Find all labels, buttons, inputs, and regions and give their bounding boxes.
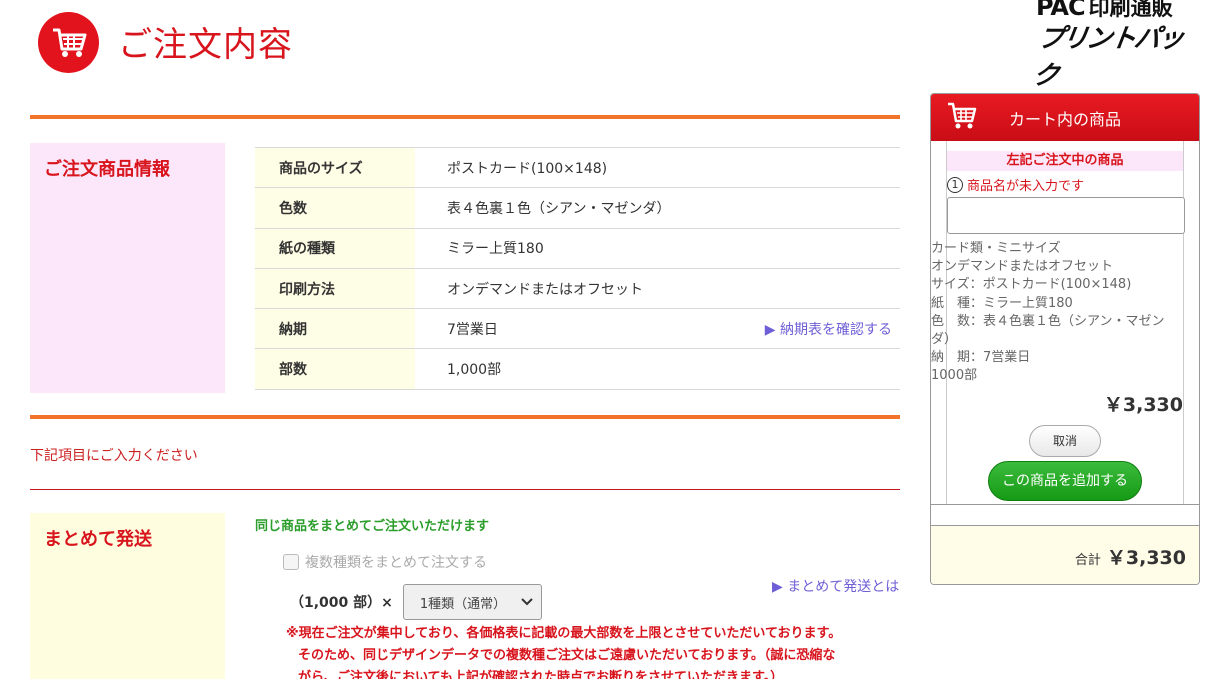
section-divider (30, 415, 900, 419)
row-value-delivery: 7営業日 (447, 321, 498, 338)
add-item-button[interactable]: この商品を追加する (988, 460, 1142, 501)
bundle-quantity-label: （1,000 部）× (290, 595, 393, 611)
row-value-print-method: オンデマンドまたはオフセット (415, 267, 900, 309)
table-row: 納期 7営業日 ▶ 納期表を確認する (255, 308, 900, 349)
table-row: 部数 1,000部 (255, 348, 900, 390)
bundle-warning-line: ※現在ご注文が集中しており、各価格表に記載の最大部数を上限とさせていただいており… (286, 626, 842, 641)
bundle-section-label: まとめて発送 (30, 513, 225, 679)
order-info-table: 商品のサイズ ポストカード(100×148) 色数 表４色裏１色（シアン・マゼン… (255, 146, 900, 390)
cart-item-name-status: 商品名が未入力です (967, 179, 1085, 194)
cart-total-label: 合計 (1074, 552, 1101, 568)
cart-subtitle: 左記ご注文中の商品 (947, 151, 1183, 171)
cart-total: 合計 ￥3,330 (931, 526, 1199, 584)
bundle-type-select[interactable]: 1種類（通常） (402, 584, 542, 620)
section-divider (30, 489, 900, 490)
cart-detail-line: 納 期：7営業日 (931, 350, 1031, 366)
item-name-input[interactable] (947, 197, 1185, 234)
row-label-size: 商品のサイズ (255, 146, 415, 188)
cart-detail-line: サイズ：ポストカード(100×148) (931, 277, 1132, 293)
cart-item-number: 1 (947, 176, 963, 193)
bundle-description: 同じ商品をまとめてご注文いただけます (255, 519, 490, 534)
bundle-quantity-row: （1,000 部）× 1種類（通常） (290, 584, 542, 620)
cart-divider (931, 504, 1199, 505)
cancel-button[interactable]: 取消 (1029, 424, 1101, 457)
cart-item-details: カード類・ミニサイズ オンデマンドまたはオフセット サイズ：ポストカード(100… (931, 240, 1171, 386)
bundle-warning-line: がら、ご注文後においても上記が確認された時点でお断りをさせていただきます。） (298, 670, 784, 679)
cart-small-icon (947, 102, 977, 134)
cart-header: カート内の商品 (931, 94, 1199, 141)
cart-item-price: ￥3,330 (1103, 393, 1183, 416)
bundle-checkbox[interactable] (283, 554, 299, 570)
bundle-checkbox-row[interactable]: 複数種類をまとめて注文する (283, 552, 487, 572)
row-label-paper: 紙の種類 (255, 227, 415, 269)
row-value-colors: 表４色裏１色（シアン・マゼンダ） (415, 187, 900, 229)
page-title: ご注文内容 (118, 25, 293, 65)
row-value-quantity: 1,000部 (415, 348, 900, 390)
bundle-warning-line: そのため、同じデザインデータでの複数種ご注文はご遠慮いただいております。（誠に恐… (298, 648, 836, 663)
cart-detail-line: 紙 種：ミラー上質180 (931, 295, 1073, 311)
row-label-colors: 色数 (255, 187, 415, 229)
table-row: 紙の種類 ミラー上質180 (255, 227, 900, 269)
table-row: 商品のサイズ ポストカード(100×148) (255, 146, 900, 188)
cart-title: カート内の商品 (1009, 109, 1122, 129)
input-notice: 下記項目にご入力ください (30, 448, 198, 464)
delivery-schedule-link[interactable]: ▶ 納期表を確認する (765, 319, 892, 339)
table-row: 印刷方法 オンデマンドまたはオフセット (255, 267, 900, 309)
cart-item-heading: 1 商品名が未入力です (947, 175, 1183, 194)
site-logo[interactable]: PAC 印刷通販 プリントパック (1031, 0, 1196, 91)
table-row: 色数 表４色裏１色（シアン・マゼンダ） (255, 187, 900, 229)
section-divider (30, 115, 900, 119)
row-value-paper: ミラー上質180 (415, 227, 900, 269)
cart-detail-line: カード類・ミニサイズ (931, 241, 1061, 256)
cart-total-amount: ￥3,330 (1106, 546, 1186, 569)
bundle-info-link[interactable]: ▶ まとめて発送とは (772, 576, 899, 596)
cart-panel: カート内の商品 左記ご注文中の商品 1 商品名が未入力です カード類・ミニサイズ… (930, 93, 1200, 585)
chevron-down-icon (521, 595, 533, 610)
row-label-print-method: 印刷方法 (255, 267, 415, 309)
bundle-warning: ※現在ご注文が集中しており、各価格表に記載の最大部数を上限とさせていただいており… (286, 623, 900, 679)
bundle-type-select-value: 1種類（通常） (419, 596, 507, 612)
row-value-size: ポストカード(100×148) (415, 146, 900, 188)
logo-bottom-text: プリントパック (1030, 24, 1185, 91)
cart-detail-line: 1000部 (931, 368, 978, 384)
row-label-delivery: 納期 (255, 308, 415, 349)
row-label-quantity: 部数 (255, 348, 415, 390)
cart-detail-line: 色 数：表４色裏１色（シアン・マゼンダ） (931, 313, 1165, 348)
cart-detail-line: オンデマンドまたはオフセット (931, 259, 1114, 275)
order-info-section-label: ご注文商品情報 (30, 143, 225, 393)
bundle-checkbox-label: 複数種類をまとめて注文する (305, 555, 487, 571)
cart-icon (38, 12, 99, 73)
